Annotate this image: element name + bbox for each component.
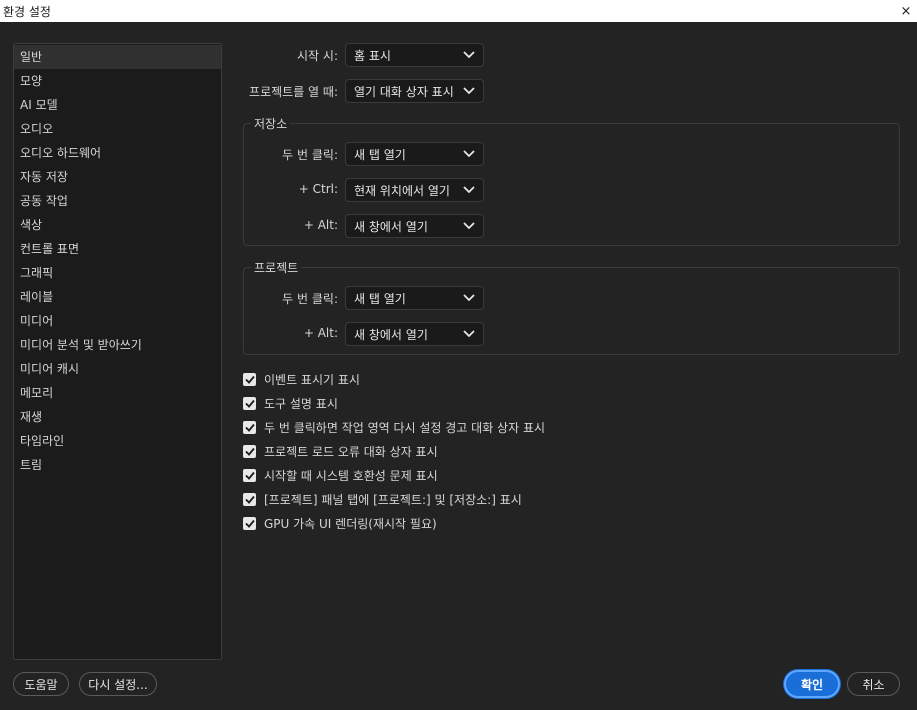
checkbox-checked-icon[interactable] xyxy=(243,420,256,434)
sidebar-item-playback[interactable]: 재생 xyxy=(14,405,221,429)
storage-alt-dropdown[interactable]: 새 창에서 열기 xyxy=(345,214,484,238)
sidebar-item-trim[interactable]: 트림 xyxy=(14,453,221,477)
project-double-click-value: 새 탭 열기 xyxy=(354,291,406,306)
checkbox-checked-icon[interactable] xyxy=(243,516,256,530)
project-alt-label: + Alt: xyxy=(303,326,338,340)
checkbox-workspace-reset-warning[interactable]: 두 번 클릭하면 작업 영역 다시 설정 경고 대화 상자 표시 xyxy=(243,417,545,437)
sidebar-item-audio-hardware[interactable]: 오디오 하드웨어 xyxy=(14,141,221,165)
open-project-value: 열기 대화 상자 표시 xyxy=(354,84,454,99)
checkbox-label: 프로젝트 로드 오류 대화 상자 표시 xyxy=(264,444,438,459)
project-group-title: 프로젝트 xyxy=(251,259,302,276)
sidebar-item-ai-models[interactable]: AI 모델 xyxy=(14,93,221,117)
checkbox-checked-icon[interactable] xyxy=(243,492,256,506)
sidebar-item-color[interactable]: 색상 xyxy=(14,213,221,237)
checkbox-label: 이벤트 표시기 표시 xyxy=(264,372,360,387)
sidebar-item-control-surface[interactable]: 컨트롤 표면 xyxy=(14,237,221,261)
sidebar-item-media[interactable]: 미디어 xyxy=(14,309,221,333)
checkbox-checked-icon[interactable] xyxy=(243,444,256,458)
checkbox-show-event-indicators[interactable]: 이벤트 표시기 표시 xyxy=(243,369,360,389)
open-project-label: 프로젝트를 열 때: xyxy=(249,85,338,99)
sidebar-item-audio[interactable]: 오디오 xyxy=(14,117,221,141)
storage-ctrl-dropdown[interactable]: 현재 위치에서 열기 xyxy=(345,178,484,202)
startup-value: 홈 표시 xyxy=(354,48,391,63)
project-alt-value: 새 창에서 열기 xyxy=(354,327,428,342)
open-project-dropdown[interactable]: 열기 대화 상자 표시 xyxy=(345,79,484,103)
checkbox-label: 시작할 때 시스템 호환성 문제 표시 xyxy=(264,468,438,483)
startup-dropdown[interactable]: 홈 표시 xyxy=(345,43,484,67)
sidebar-item-media-cache[interactable]: 미디어 캐시 xyxy=(14,357,221,381)
chevron-down-icon xyxy=(463,87,475,95)
project-double-click-label: 두 번 클릭: xyxy=(282,292,338,306)
sidebar-item-collaboration[interactable]: 공동 작업 xyxy=(14,189,221,213)
storage-alt-value: 새 창에서 열기 xyxy=(354,219,428,234)
sidebar-item-labels[interactable]: 레이블 xyxy=(14,285,221,309)
storage-alt-label: + Alt: xyxy=(303,218,338,232)
title-bar: 환경 설정 × xyxy=(0,0,917,22)
project-group xyxy=(243,267,900,355)
checkbox-label: GPU 가속 UI 렌더링(재시작 필요) xyxy=(264,516,437,531)
close-icon[interactable]: × xyxy=(895,0,917,22)
checkbox-label: 두 번 클릭하면 작업 영역 다시 설정 경고 대화 상자 표시 xyxy=(264,420,546,435)
cancel-button[interactable]: 취소 xyxy=(847,672,900,696)
storage-double-click-value: 새 탭 열기 xyxy=(354,147,406,162)
checkbox-label: 도구 설명 표시 xyxy=(264,396,338,411)
chevron-down-icon xyxy=(463,222,475,230)
storage-group-title: 저장소 xyxy=(251,115,291,132)
startup-label: 시작 시: xyxy=(297,49,338,63)
sidebar-item-timeline[interactable]: 타임라인 xyxy=(14,429,221,453)
storage-double-click-dropdown[interactable]: 새 탭 열기 xyxy=(345,142,484,166)
checkbox-label: [프로젝트] 패널 탭에 [프로젝트:] 및 [저장소:] 표시 xyxy=(264,492,522,507)
checkbox-checked-icon[interactable] xyxy=(243,468,256,482)
reset-button[interactable]: 다시 설정... xyxy=(79,672,157,696)
help-button[interactable]: 도움말 xyxy=(13,672,69,696)
project-alt-dropdown[interactable]: 새 창에서 열기 xyxy=(345,322,484,346)
checkbox-system-compatibility[interactable]: 시작할 때 시스템 호환성 문제 표시 xyxy=(243,465,438,485)
sidebar-item-memory[interactable]: 메모리 xyxy=(14,381,221,405)
chevron-down-icon xyxy=(463,51,475,59)
window-title: 환경 설정 xyxy=(3,5,51,19)
category-sidebar: 일반 모양 AI 모델 오디오 오디오 하드웨어 자동 저장 공동 작업 색상 … xyxy=(13,43,222,660)
checkbox-project-panel-tab[interactable]: [프로젝트] 패널 탭에 [프로젝트:] 및 [저장소:] 표시 xyxy=(243,489,522,509)
sidebar-item-graphics[interactable]: 그래픽 xyxy=(14,261,221,285)
sidebar-item-appearance[interactable]: 모양 xyxy=(14,69,221,93)
checkbox-show-tooltips[interactable]: 도구 설명 표시 xyxy=(243,393,338,413)
chevron-down-icon xyxy=(463,186,475,194)
storage-ctrl-value: 현재 위치에서 열기 xyxy=(354,183,450,198)
checkbox-checked-icon[interactable] xyxy=(243,372,256,386)
storage-double-click-label: 두 번 클릭: xyxy=(282,148,338,162)
project-double-click-dropdown[interactable]: 새 탭 열기 xyxy=(345,286,484,310)
checkbox-checked-icon[interactable] xyxy=(243,396,256,410)
storage-group xyxy=(243,123,900,246)
checkbox-project-load-error-dialog[interactable]: 프로젝트 로드 오류 대화 상자 표시 xyxy=(243,441,438,461)
storage-ctrl-label: + Ctrl: xyxy=(298,182,338,196)
sidebar-item-general[interactable]: 일반 xyxy=(14,45,221,69)
chevron-down-icon xyxy=(463,330,475,338)
sidebar-item-media-analysis[interactable]: 미디어 분석 및 받아쓰기 xyxy=(14,333,221,357)
chevron-down-icon xyxy=(463,150,475,158)
sidebar-item-auto-save[interactable]: 자동 저장 xyxy=(14,165,221,189)
checkbox-gpu-ui-rendering[interactable]: GPU 가속 UI 렌더링(재시작 필요) xyxy=(243,513,437,533)
chevron-down-icon xyxy=(463,294,475,302)
ok-button[interactable]: 확인 xyxy=(784,670,840,698)
